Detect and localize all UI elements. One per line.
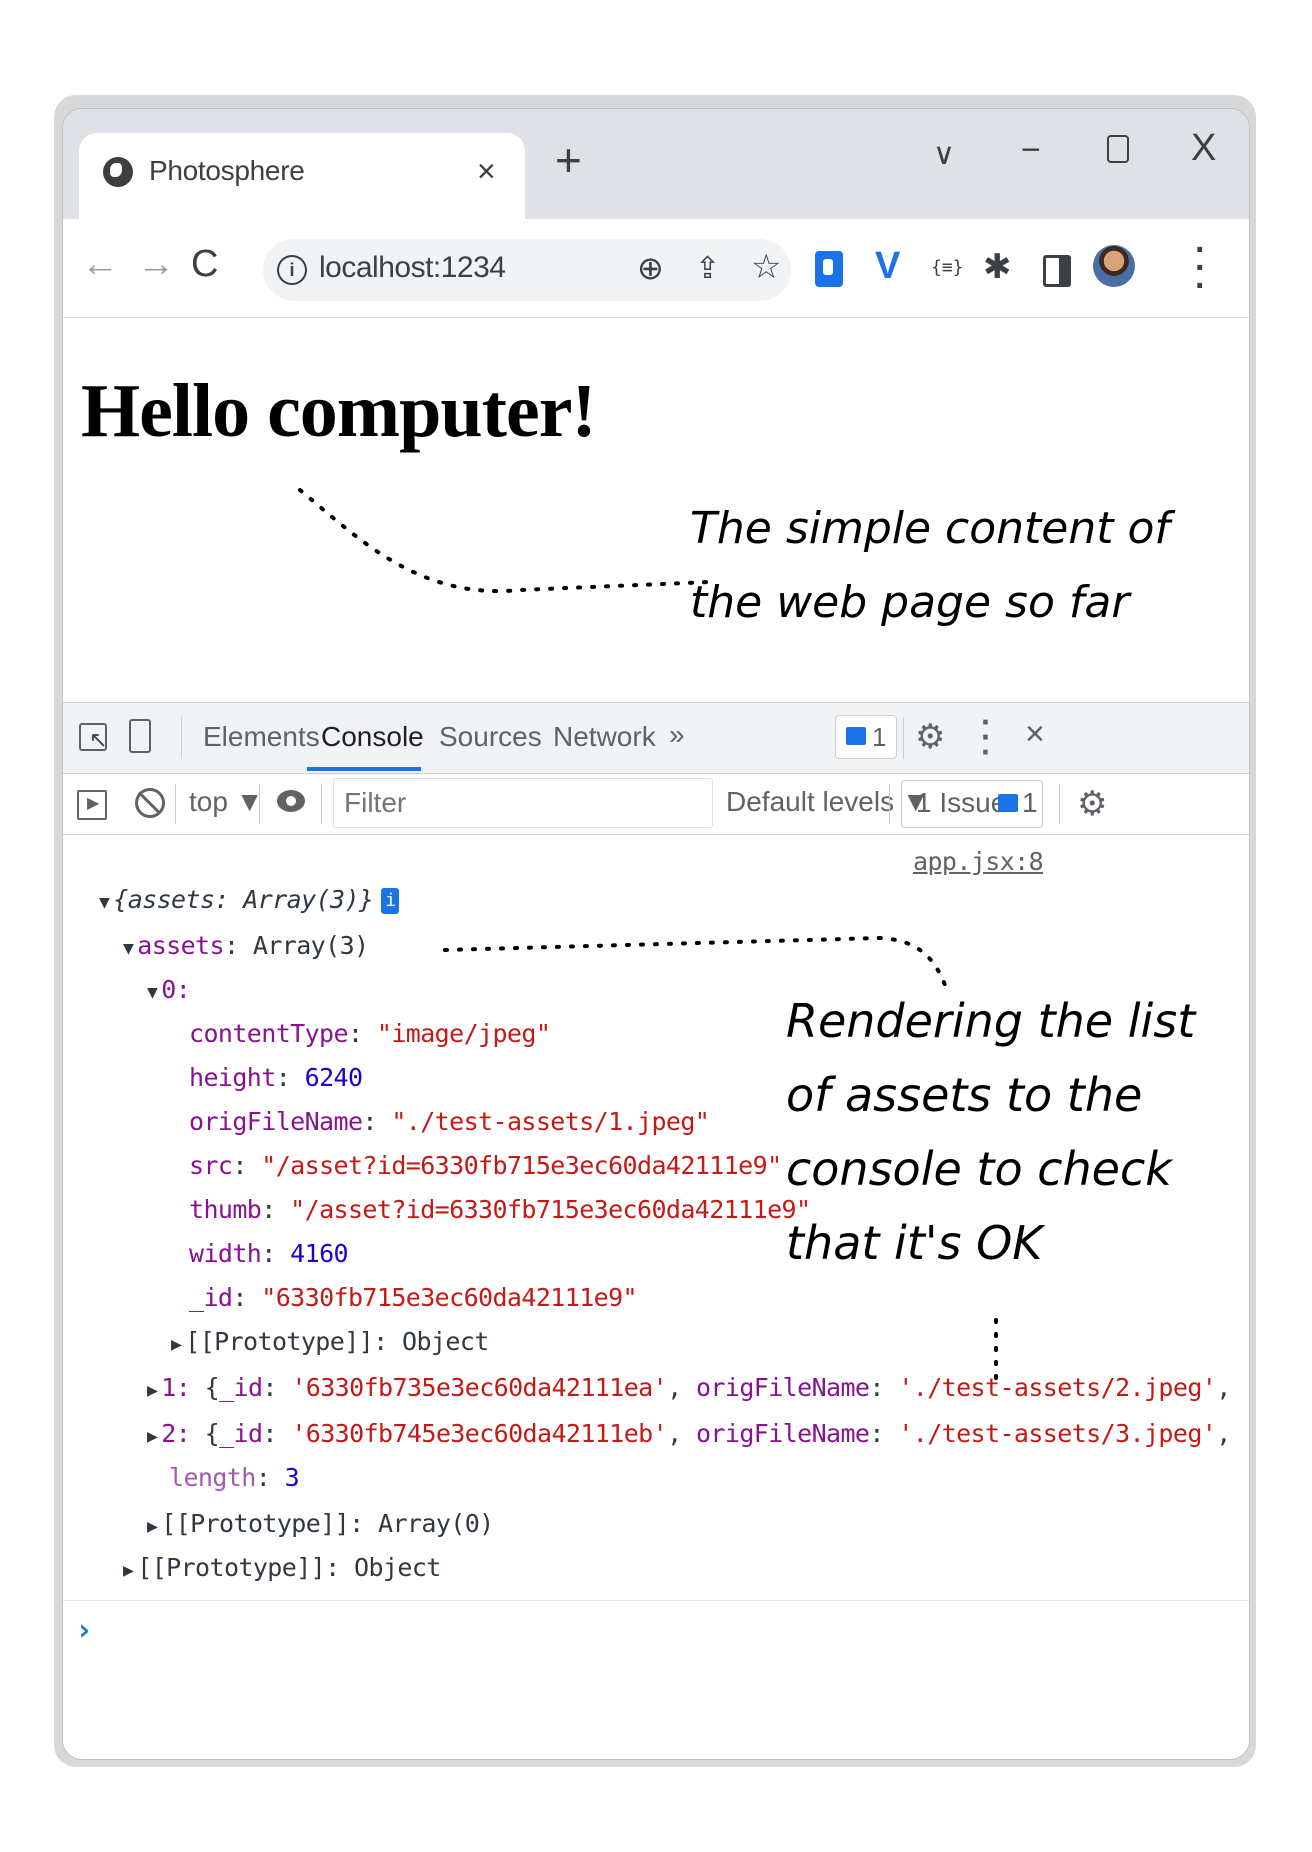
annotation-console: Rendering the list of assets to the cons… (786, 994, 1196, 1270)
annotation-pointers (298, 488, 998, 1382)
annotation-page-content: The simple content of the web page so fa… (690, 503, 1170, 628)
